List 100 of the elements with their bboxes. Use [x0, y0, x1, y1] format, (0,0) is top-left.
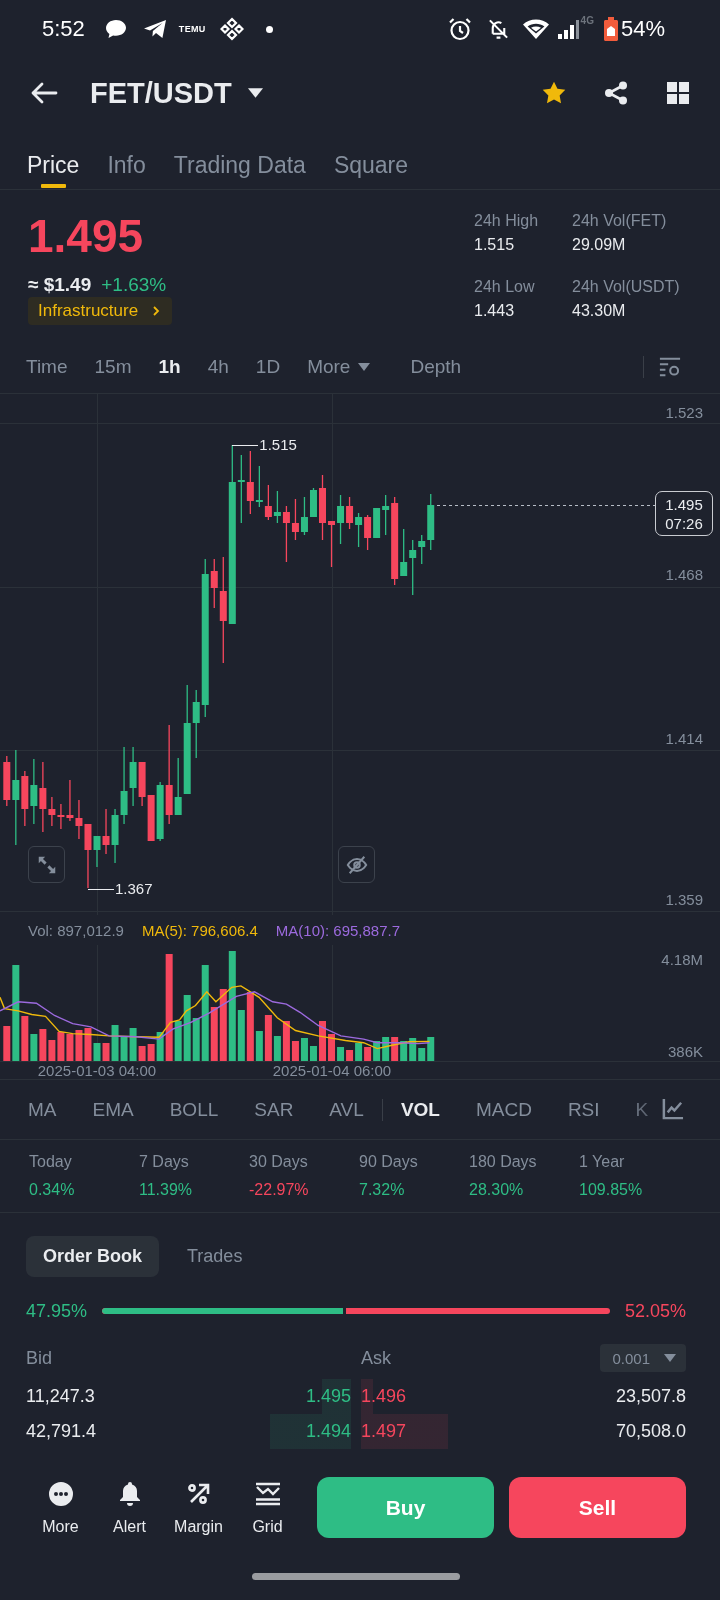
indicator-tab[interactable]: MA — [28, 1097, 57, 1122]
indicator-tab[interactable]: EMA — [92, 1097, 134, 1122]
current-price-label: 1.495 — [665, 494, 703, 514]
stat-value: 43.30M — [572, 301, 627, 321]
signal-icon — [556, 18, 580, 40]
category-tag[interactable]: Infrastructure — [28, 297, 173, 325]
rising-candle — [93, 835, 101, 868]
app-notification-label: TEMU — [178, 24, 206, 34]
toolbar-action[interactable]: More — [26, 1481, 95, 1536]
rising-candle — [30, 758, 38, 825]
falling-candle — [346, 496, 354, 530]
stat-label: 24h Vol(USDT) — [572, 277, 681, 297]
column-header: Ask — [361, 1347, 391, 1369]
stat-value: 1.515 — [474, 235, 516, 255]
pair-selector[interactable]: FET/USDT — [90, 76, 263, 110]
ask-price: 1.496 — [361, 1379, 407, 1414]
more-dots-icon — [47, 1481, 74, 1507]
toolbar-action[interactable]: Margin — [164, 1481, 233, 1536]
grid-layout-icon[interactable] — [666, 81, 690, 105]
falling-candle — [3, 755, 11, 807]
diamond-logo-icon — [219, 17, 244, 41]
period-change: 109.85% — [579, 1180, 643, 1200]
interval-tab[interactable]: 4h — [207, 354, 229, 379]
fullscreen-button[interactable] — [28, 846, 65, 883]
period-change: 11.39% — [139, 1180, 193, 1200]
sell-button[interactable]: Sell — [509, 1477, 686, 1538]
time-axis-label: 2025-01-03 04:00 — [37, 1062, 157, 1079]
time-axis-label: 2025-01-04 06:00 — [272, 1062, 392, 1079]
back-arrow-icon[interactable] — [30, 81, 58, 105]
indicator-tab[interactable]: SAR — [254, 1097, 294, 1122]
price-axis-label: 1.523 — [665, 404, 703, 422]
notification-dot-icon — [265, 25, 273, 33]
precision-dropdown[interactable]: 0.001 — [600, 1344, 686, 1372]
rising-candle — [337, 494, 345, 545]
ask-price: 1.497 — [361, 1414, 448, 1449]
period-label: 1 Year — [579, 1152, 625, 1172]
order-book-tab[interactable]: Trades — [170, 1236, 260, 1277]
indicator-tab[interactable]: MACD — [475, 1097, 532, 1122]
hide-overlay-button[interactable] — [338, 846, 375, 883]
period-label: 180 Days — [469, 1152, 537, 1172]
favorite-star-icon[interactable] — [541, 80, 567, 106]
price-axis-label: 1.468 — [665, 566, 703, 584]
indicator-tab[interactable]: VOL — [400, 1097, 440, 1122]
buy-button[interactable]: Buy — [317, 1477, 494, 1538]
tab[interactable]: Square — [333, 130, 409, 189]
volume-bar — [319, 1021, 326, 1061]
interval-tab[interactable]: 15m — [94, 354, 132, 379]
volume-bar — [328, 1034, 335, 1061]
indicator-tab[interactable]: RSI — [567, 1097, 600, 1122]
indicator-tab[interactable]: K — [635, 1097, 649, 1122]
tab[interactable]: Trading Data — [173, 130, 306, 189]
falling-candle — [264, 484, 272, 521]
interval-tab[interactable]: 1D — [255, 354, 281, 379]
status-time: 5:52 — [42, 16, 85, 42]
column-header: Bid — [26, 1347, 52, 1369]
chart-settings-icon[interactable] — [659, 355, 681, 378]
interval-tab[interactable]: More — [307, 354, 371, 379]
zigzag-chart-icon — [254, 1481, 281, 1507]
ask-amount: 23,507.8 — [615, 1386, 686, 1407]
stat-value: 29.09M — [572, 235, 627, 255]
interval-tab[interactable]: Depth — [410, 354, 462, 379]
stat-label: 24h Vol(FET) — [572, 211, 668, 231]
bid-price: 1.495 — [305, 1379, 351, 1414]
chat-bubble-icon — [104, 19, 127, 39]
rising-candle — [273, 490, 281, 524]
falling-candle — [319, 474, 326, 541]
tab[interactable]: Price — [27, 130, 80, 189]
stat-label: 24h Low — [474, 277, 536, 297]
volume-reading: Vol: 897,012.9 — [28, 921, 124, 939]
eye-slash-icon — [345, 853, 368, 876]
bid-price: 1.494 — [270, 1414, 351, 1449]
rising-candle — [156, 781, 164, 842]
last-price: 1.495 — [28, 210, 144, 262]
indicator-tab[interactable]: BOLL — [169, 1097, 219, 1122]
network-type-label: 4G — [580, 16, 594, 26]
toolbar-action[interactable]: Alert — [95, 1481, 164, 1536]
chart-line-icon[interactable] — [661, 1098, 684, 1121]
sell-share-label: 52.05% — [624, 1300, 686, 1322]
caret-icon — [247, 88, 263, 98]
period-label: 30 Days — [249, 1152, 308, 1172]
falling-candle — [364, 514, 372, 551]
interval-tab[interactable]: Time — [26, 354, 68, 379]
rising-candle — [255, 465, 263, 508]
falling-candle — [328, 520, 335, 568]
volume-axis-label: 4.18M — [661, 951, 703, 969]
alarm-clock-icon — [447, 17, 472, 41]
usd-price: ≈ $1.49 — [28, 273, 92, 297]
period-change: 0.34% — [29, 1180, 75, 1200]
toolbar-action[interactable]: Grid — [233, 1481, 302, 1536]
order-book-tab[interactable]: Order Book — [26, 1236, 160, 1277]
volume-axis-label: 386K — [667, 1043, 703, 1061]
tab[interactable]: Info — [107, 130, 146, 189]
interval-tab[interactable]: 1h — [158, 354, 181, 379]
price-axis-label: 1.414 — [665, 730, 703, 748]
price-axis-label: 1.359 — [665, 891, 703, 909]
volume-bar — [310, 1046, 317, 1061]
share-icon[interactable] — [604, 81, 628, 105]
rising-candle — [355, 512, 363, 548]
period-label: 90 Days — [359, 1152, 418, 1172]
indicator-tab[interactable]: AVL — [329, 1097, 364, 1122]
